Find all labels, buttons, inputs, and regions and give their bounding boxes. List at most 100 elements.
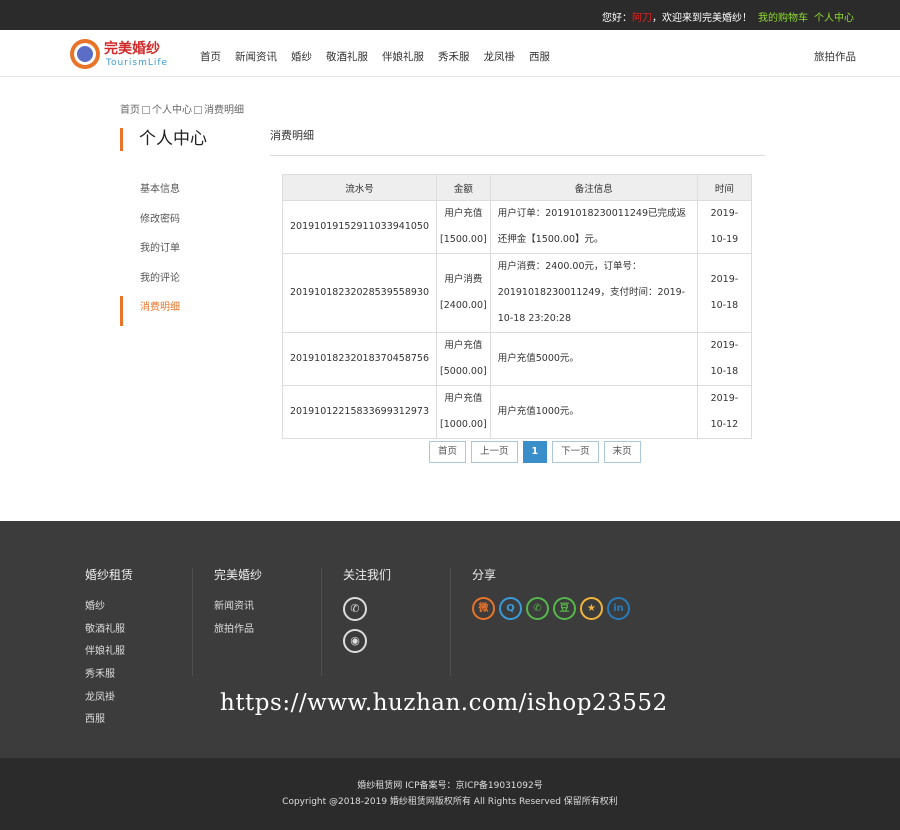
amount-cell: 用户充值 [1500.00] [436, 200, 491, 254]
breadcrumb-separator-icon [142, 106, 150, 114]
footer-link-suit[interactable]: 西服 [85, 710, 133, 733]
footer-col-title: 分享 [472, 568, 497, 582]
watermark-text: https://www.huzhan.com/ishop23552 [220, 690, 668, 716]
footer-bottom: 婚纱租赁网 ICP备案号：京ICP备19031092号 Copyright @2… [0, 758, 900, 830]
page-title: 消费明细 [270, 129, 314, 142]
logo-title: 完美婚纱 [104, 41, 160, 57]
logo-subtitle: TourismLife [106, 58, 169, 68]
cart-link[interactable]: 我的购物车 [758, 13, 808, 24]
table-row: 20191018232028539558930 用户消费 [2400.00] 用户… [281, 253, 753, 333]
footer-col-share: 分享 微 Q ✆ 豆 ★ in [472, 566, 634, 620]
breadcrumb-separator-icon [194, 106, 202, 114]
sidebar-menu: 基本信息 修改密码 我的订单 我的评论 消费明细 [120, 178, 240, 326]
serial-cell: 20191018232028539558930 [281, 253, 438, 333]
username-link[interactable]: 阿刀 [632, 13, 652, 24]
nav-item-longfeng[interactable]: 龙凤褂 [484, 49, 516, 64]
footer-link-longfeng[interactable]: 龙凤褂 [85, 688, 133, 711]
breadcrumb-user-center[interactable]: 个人中心 [152, 105, 192, 116]
nav-item-bridesmaid-dress[interactable]: 伴娘礼服 [382, 49, 424, 64]
amount-value: [2400.00] [440, 300, 487, 311]
qq-share-icon[interactable]: Q [499, 597, 522, 620]
pager-last-button[interactable]: 末页 [603, 441, 641, 463]
welcome-text: ，欢迎来到完美婚纱！ [652, 13, 752, 24]
footer-divider [321, 568, 322, 676]
amount-type: 用户消费 [444, 274, 483, 285]
amount-type: 用户充值 [444, 393, 483, 404]
site-logo[interactable]: 完美婚纱 TourismLife [70, 37, 180, 71]
amount-cell: 用户充值 [5000.00] [436, 332, 491, 386]
serial-cell: 20191019152911033941050 [281, 200, 438, 254]
footer-link-news[interactable]: 新闻资讯 [214, 597, 262, 620]
nav-item-travel-photos[interactable]: 旅拍作品 [814, 49, 856, 64]
pagination: 首页 上一页 1 下一页 末页 [429, 441, 646, 463]
footer-link-toast-dress[interactable]: 敬酒礼服 [85, 620, 133, 643]
linkedin-share-icon[interactable]: in [607, 597, 630, 620]
share-icons: 微 Q ✆ 豆 ★ in [472, 597, 634, 620]
breadcrumb: 首页 个人中心 消费明细 [120, 101, 244, 116]
nav-item-xiuhe[interactable]: 秀禾服 [438, 49, 470, 64]
nav-item-suit[interactable]: 西服 [529, 49, 550, 64]
main-nav: 首页 新闻资讯 婚纱 敬酒礼服 伴娘礼服 秀禾服 龙凤褂 西服 [200, 49, 564, 64]
sidebar-item-my-comments[interactable]: 我的评论 [120, 267, 240, 297]
pager-prev-button[interactable]: 上一页 [471, 441, 518, 463]
nav-item-toast-dress[interactable]: 敬酒礼服 [326, 49, 368, 64]
icp-text: 婚纱租赁网 ICP备案号：京ICP备19031092号 [357, 781, 543, 791]
wechat-share-icon[interactable]: ✆ [526, 597, 549, 620]
footer-link-wedding-dress[interactable]: 婚纱 [85, 597, 133, 620]
pager-current-page[interactable]: 1 [522, 441, 548, 463]
qzone-share-icon[interactable]: ★ [580, 597, 603, 620]
serial-cell: 20191012215833699312973 [281, 385, 438, 439]
table-header-row: 流水号 金额 备注信息 时间 [281, 174, 753, 201]
table-row: 20191012215833699312973 用户充值 [1000.00] 用户… [281, 385, 753, 439]
expense-table: 流水号 金额 备注信息 时间 20191019152911033941050 用… [281, 174, 753, 439]
header: 完美婚纱 TourismLife 首页 新闻资讯 婚纱 敬酒礼服 伴娘礼服 秀禾服 龙凤褂西… [0, 30, 900, 77]
sidebar-item-basic-info[interactable]: 基本信息 [120, 178, 240, 208]
footer-col-rental: 婚纱租赁 婚纱 敬酒礼服 伴娘礼服 秀禾服 龙凤褂 西服 [85, 566, 133, 733]
footer-divider [450, 568, 451, 676]
sidebar-item-change-password[interactable]: 修改密码 [120, 208, 240, 238]
date-cell: 2019-10-19 [696, 200, 753, 254]
pager-next-button[interactable]: 下一页 [552, 441, 599, 463]
table-row: 20191018232018370458756 用户充值 [5000.00] 用户… [281, 332, 753, 386]
douban-share-icon[interactable]: 豆 [553, 597, 576, 620]
column-header-note: 备注信息 [489, 174, 698, 201]
breadcrumb-home[interactable]: 首页 [120, 105, 140, 116]
column-header-date: 时间 [696, 174, 753, 201]
date-cell: 2019-10-18 [696, 332, 753, 386]
amount-type: 用户充值 [444, 208, 483, 219]
weibo-icon[interactable]: ◉ [343, 629, 367, 653]
sidebar-item-expense-details[interactable]: 消费明细 [120, 296, 240, 326]
amount-cell: 用户充值 [1000.00] [436, 385, 491, 439]
sidebar-title: 个人中心 [120, 128, 207, 151]
amount-type: 用户充值 [444, 340, 483, 351]
breadcrumb-current: 消费明细 [204, 105, 244, 116]
nav-item-news[interactable]: 新闻资讯 [235, 49, 277, 64]
serial-cell: 20191018232018370458756 [281, 332, 438, 386]
greeting-text: 您好： [602, 13, 632, 24]
footer-link-xiuhe[interactable]: 秀禾服 [85, 665, 133, 688]
amount-cell: 用户消费 [2400.00] [436, 253, 491, 333]
column-header-serial: 流水号 [281, 174, 438, 201]
amount-value: [5000.00] [440, 366, 487, 377]
footer-col-title: 完美婚纱 [214, 568, 263, 582]
date-cell: 2019-10-12 [696, 385, 753, 439]
footer-col-title: 婚纱租赁 [85, 568, 134, 582]
footer-col-title: 关注我们 [343, 568, 392, 582]
footer-link-bridesmaid-dress[interactable]: 伴娘礼服 [85, 642, 133, 665]
weibo-share-icon[interactable]: 微 [472, 597, 495, 620]
footer-col-follow: 关注我们 ✆ ◉ [343, 566, 391, 661]
wechat-icon[interactable]: ✆ [343, 597, 367, 621]
nav-item-home[interactable]: 首页 [200, 49, 221, 64]
nav-item-wedding-dress[interactable]: 婚纱 [291, 49, 312, 64]
copyright-text: Copyright @2018-2019 婚纱租赁网版权所有 All Right… [282, 797, 618, 807]
pager-first-button[interactable]: 首页 [429, 441, 467, 463]
sidebar-item-my-orders[interactable]: 我的订单 [120, 237, 240, 267]
note-cell: 用户充值1000元。 [489, 385, 698, 439]
footer-link-travel-photos[interactable]: 旅拍作品 [214, 620, 262, 643]
note-cell: 用户充值5000元。 [489, 332, 698, 386]
logo-flower-icon [70, 39, 100, 69]
date-cell: 2019-10-18 [696, 253, 753, 333]
top-bar-user-info: 您好：阿刀，欢迎来到完美婚纱！ 我的购物车 个人中心 [602, 9, 854, 24]
amount-value: [1000.00] [440, 419, 487, 430]
user-center-link[interactable]: 个人中心 [814, 13, 854, 24]
